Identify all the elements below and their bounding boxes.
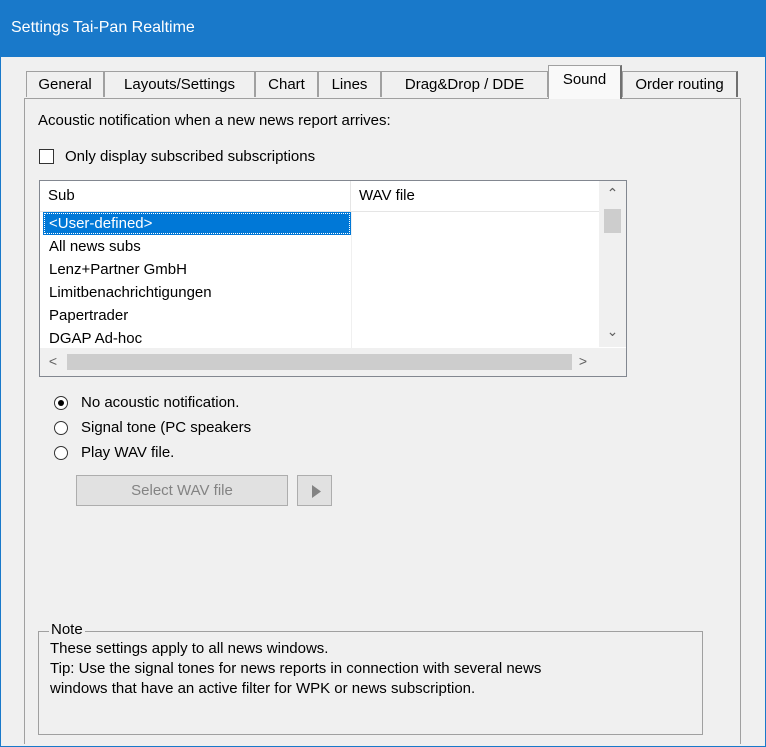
- radio-play-wav[interactable]: [54, 446, 68, 460]
- list-header: Sub WAV file: [40, 181, 600, 212]
- note-groupbox: Note These settings apply to all news wi…: [38, 621, 703, 735]
- vertical-scrollbar[interactable]: ⌃ ⌄: [599, 181, 626, 347]
- list-item[interactable]: Limitbenachrichtigungen: [40, 281, 600, 304]
- column-header-sub[interactable]: Sub: [40, 181, 351, 211]
- scroll-down-icon[interactable]: ⌄: [599, 323, 626, 340]
- settings-window: Settings Tai-Pan Realtime General Layout…: [0, 0, 766, 747]
- play-icon: [312, 485, 321, 498]
- wav-cell: [351, 235, 600, 258]
- note-line-1: These settings apply to all news windows…: [50, 640, 329, 657]
- sub-cell: All news subs: [49, 238, 141, 255]
- window-title: Settings Tai-Pan Realtime: [11, 19, 195, 36]
- sub-cell: Limitbenachrichtigungen: [49, 284, 212, 301]
- tab-general[interactable]: General: [26, 71, 104, 97]
- scroll-up-icon[interactable]: ⌃: [599, 185, 626, 202]
- list-item[interactable]: DGAP Ad-hoc: [40, 327, 600, 350]
- wav-cell: [351, 212, 600, 235]
- radio-signal-tone-label[interactable]: Signal tone (PC speakers: [81, 419, 251, 436]
- radio-play-wav-label[interactable]: Play WAV file.: [81, 444, 174, 461]
- scroll-corner: [599, 348, 626, 376]
- list-item[interactable]: Papertrader: [40, 304, 600, 327]
- note-legend: Note: [49, 621, 85, 638]
- tab-order-routing[interactable]: Order routing: [622, 71, 738, 97]
- tab-lines[interactable]: Lines: [318, 71, 381, 97]
- note-line-3: windows that have an active filter for W…: [50, 680, 476, 697]
- subscriptions-list[interactable]: Sub WAV file <User-defined> All news sub…: [39, 180, 627, 377]
- tab-drag-drop-dde[interactable]: Drag&Drop / DDE: [381, 71, 548, 97]
- sub-cell: Papertrader: [49, 307, 129, 324]
- horizontal-scroll-thumb[interactable]: [67, 354, 572, 370]
- list-item[interactable]: Lenz+Partner GmbH: [40, 258, 600, 281]
- only-subscribed-label[interactable]: Only display subscribed subscriptions: [65, 148, 315, 165]
- tab-chart[interactable]: Chart: [255, 71, 318, 97]
- radio-no-notification-label[interactable]: No acoustic notification.: [81, 394, 239, 411]
- only-subscribed-checkbox[interactable]: [39, 149, 54, 164]
- list-item[interactable]: <User-defined>: [40, 212, 600, 235]
- wav-cell: [351, 281, 600, 304]
- select-wav-button[interactable]: Select WAV file: [76, 475, 288, 506]
- column-header-wav[interactable]: WAV file: [351, 181, 600, 211]
- note-line-2: Tip: Use the signal tones for news repor…: [50, 660, 542, 677]
- horizontal-scrollbar[interactable]: < >: [40, 348, 600, 376]
- title-bar[interactable]: Settings Tai-Pan Realtime: [1, 1, 765, 57]
- tab-sound[interactable]: Sound: [548, 65, 622, 99]
- list-rows: <User-defined> All news subs Lenz+Partne…: [40, 212, 600, 350]
- scroll-left-icon[interactable]: <: [44, 353, 62, 369]
- sub-cell: Lenz+Partner GmbH: [49, 261, 187, 278]
- wav-cell: [351, 258, 600, 281]
- sub-cell: <User-defined>: [43, 212, 351, 235]
- tab-strip: General Layouts/Settings Chart Lines Dra…: [1, 65, 765, 99]
- tab-layouts-settings[interactable]: Layouts/Settings: [104, 71, 255, 97]
- play-wav-button[interactable]: [297, 475, 332, 506]
- list-item[interactable]: All news subs: [40, 235, 600, 258]
- sound-description: Acoustic notification when a new news re…: [38, 112, 391, 129]
- wav-cell: [351, 304, 600, 327]
- radio-no-notification[interactable]: [54, 396, 68, 410]
- wav-cell: [351, 327, 600, 350]
- vertical-scroll-thumb[interactable]: [604, 209, 621, 233]
- sub-cell: DGAP Ad-hoc: [49, 330, 143, 347]
- radio-signal-tone[interactable]: [54, 421, 68, 435]
- scroll-right-icon[interactable]: >: [574, 353, 592, 369]
